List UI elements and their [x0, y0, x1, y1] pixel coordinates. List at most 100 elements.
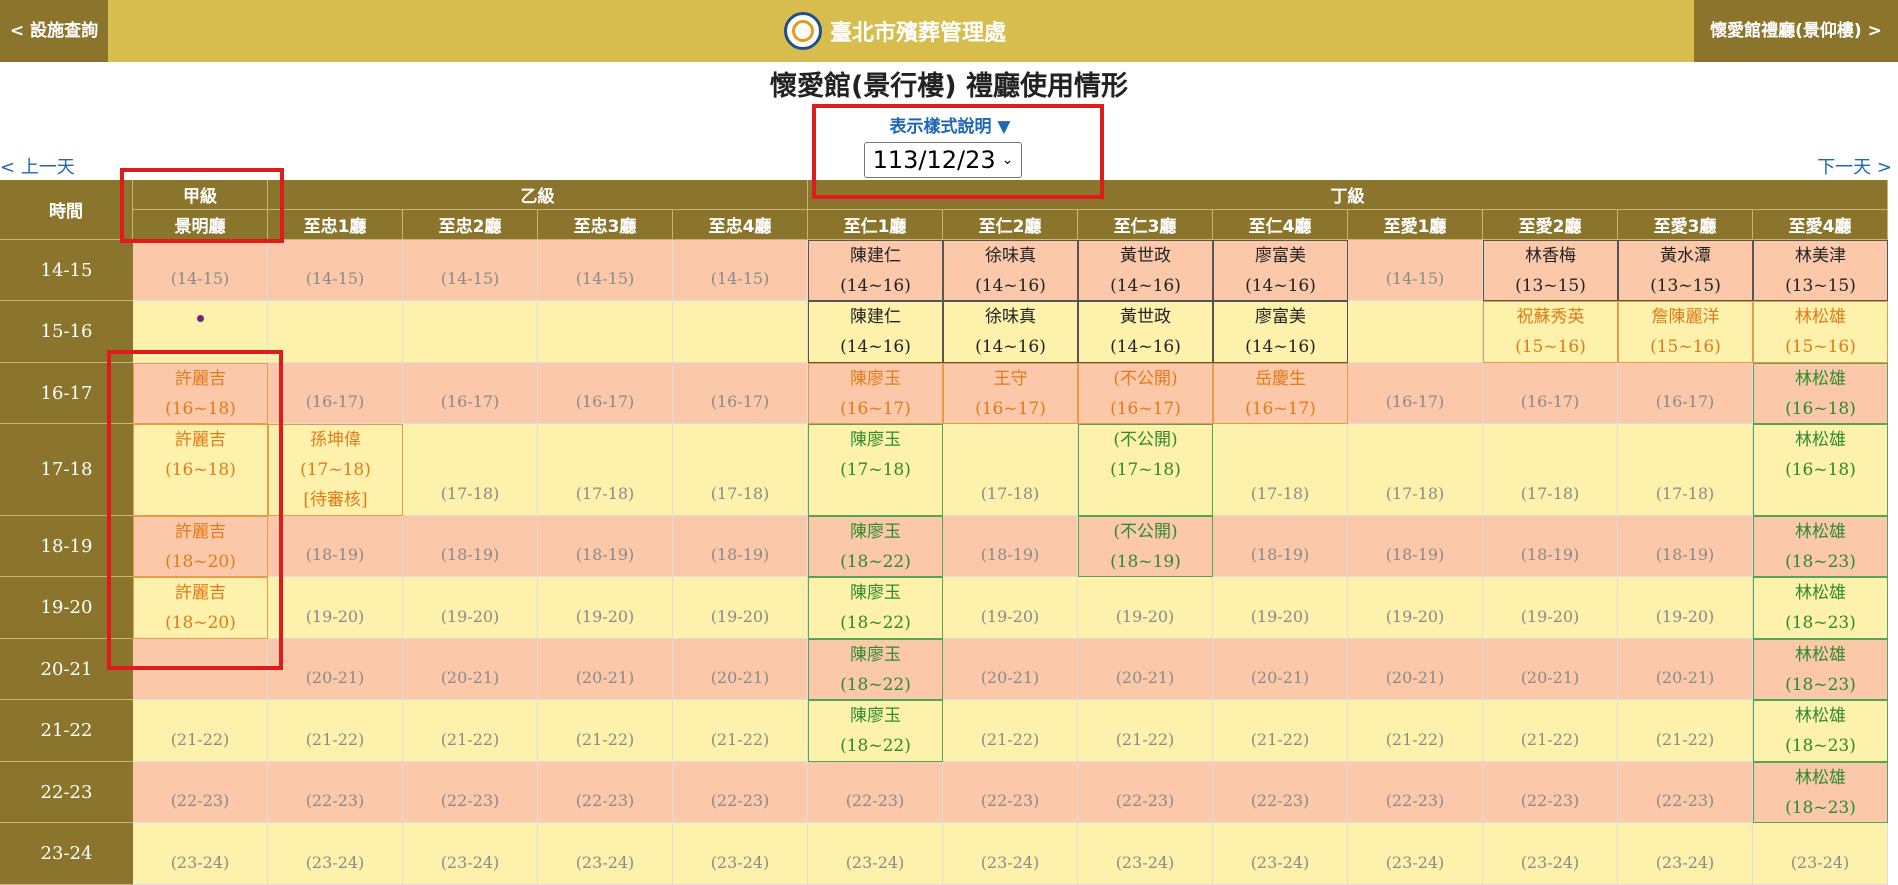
available-cell[interactable]: (22-23)	[1078, 762, 1213, 823]
available-cell[interactable]: (23-24)	[673, 823, 808, 885]
available-cell[interactable]: (20-21)	[943, 639, 1078, 700]
available-cell[interactable]: (20-21)	[268, 639, 403, 700]
booking-cell[interactable]: (不公開) (17~18)	[1078, 424, 1213, 516]
available-cell[interactable]: (21-22)	[1078, 700, 1213, 762]
available-cell[interactable]: (21-22)	[403, 700, 538, 762]
available-cell[interactable]: (23-24)	[1753, 823, 1888, 885]
available-cell[interactable]: (23-24)	[403, 823, 538, 885]
available-cell[interactable]: (18-19)	[1618, 516, 1753, 577]
available-cell[interactable]: (19-20)	[538, 577, 673, 639]
available-cell[interactable]: (14-15)	[1348, 240, 1483, 301]
available-cell[interactable]: (21-22)	[1213, 700, 1348, 762]
empty-cell[interactable]	[1348, 301, 1483, 363]
booking-cell[interactable]: (不公開) (18~19)	[1078, 516, 1213, 577]
booking-cell[interactable]: 林松雄 (16~18)	[1753, 424, 1888, 516]
booking-cell[interactable]: 王守 (16~17)	[943, 363, 1078, 424]
available-cell[interactable]: (18-19)	[268, 516, 403, 577]
available-cell[interactable]: (23-24)	[538, 823, 673, 885]
available-cell[interactable]: (18-19)	[1348, 516, 1483, 577]
prev-day-link[interactable]: < 上一天	[0, 153, 75, 179]
available-cell[interactable]: (21-22)	[133, 700, 268, 762]
available-cell[interactable]: (21-22)	[1483, 700, 1618, 762]
available-cell[interactable]: (23-24)	[808, 823, 943, 885]
available-cell[interactable]: (21-22)	[268, 700, 403, 762]
available-cell[interactable]: (14-15)	[538, 240, 673, 301]
available-cell[interactable]: (22-23)	[1483, 762, 1618, 823]
booking-cell[interactable]: 岳慶生 (16~17)	[1213, 363, 1348, 424]
booking-cell[interactable]: 廖富美 (14~16)	[1213, 240, 1348, 301]
available-cell[interactable]: (18-19)	[943, 516, 1078, 577]
available-cell[interactable]: (20-21)	[1348, 639, 1483, 700]
available-cell[interactable]: (16-17)	[538, 363, 673, 424]
available-cell[interactable]: (22-23)	[538, 762, 673, 823]
next-day-link[interactable]: 下一天 >	[1817, 153, 1892, 179]
available-cell[interactable]: (19-20)	[268, 577, 403, 639]
legend-toggle-link[interactable]: 表示樣式說明 ▼	[800, 112, 1100, 137]
available-cell[interactable]: (22-23)	[1213, 762, 1348, 823]
booking-cell[interactable]: 林松雄 (15~16)	[1753, 301, 1888, 363]
booking-cell[interactable]: 林松雄 (18~23)	[1753, 577, 1888, 639]
available-cell[interactable]: (20-21)	[403, 639, 538, 700]
booking-cell[interactable]: 黃世政 (14~16)	[1078, 301, 1213, 363]
available-cell[interactable]: (22-23)	[943, 762, 1078, 823]
available-cell[interactable]: (17-18)	[943, 424, 1078, 516]
booking-cell[interactable]: 陳廖玉 (18~22)	[808, 700, 943, 762]
available-cell[interactable]: (19-20)	[1618, 577, 1753, 639]
available-cell[interactable]: (17-18)	[403, 424, 538, 516]
available-cell[interactable]: (16-17)	[1348, 363, 1483, 424]
available-cell[interactable]: (18-19)	[403, 516, 538, 577]
available-cell[interactable]: (23-24)	[1618, 823, 1753, 885]
booking-cell[interactable]: 陳建仁 (14~16)	[808, 240, 943, 301]
available-cell[interactable]: (19-20)	[403, 577, 538, 639]
empty-cell[interactable]	[133, 301, 268, 363]
facility-search-back-button[interactable]: < 設施查詢	[0, 0, 108, 62]
booking-cell[interactable]: 孫坤偉 (17~18) [待審核]	[268, 424, 403, 516]
available-cell[interactable]: (19-20)	[1483, 577, 1618, 639]
available-cell[interactable]: (19-20)	[673, 577, 808, 639]
available-cell[interactable]: (16-17)	[1618, 363, 1753, 424]
available-cell[interactable]: (22-23)	[403, 762, 538, 823]
available-cell[interactable]: (16-17)	[403, 363, 538, 424]
available-cell[interactable]: (17-18)	[673, 424, 808, 516]
available-cell[interactable]: (14-15)	[403, 240, 538, 301]
available-cell[interactable]: (20-21)	[1078, 639, 1213, 700]
available-cell[interactable]: (14-15)	[133, 240, 268, 301]
available-cell[interactable]: (16-17)	[673, 363, 808, 424]
booking-cell[interactable]: 黃世政 (14~16)	[1078, 240, 1213, 301]
booking-cell[interactable]: 陳建仁 (14~16)	[808, 301, 943, 363]
available-cell[interactable]: (21-22)	[943, 700, 1078, 762]
available-cell[interactable]: (21-22)	[538, 700, 673, 762]
booking-cell[interactable]: 許麗吉 (18~20)	[133, 577, 268, 639]
available-cell[interactable]: (20-21)	[1483, 639, 1618, 700]
available-cell[interactable]: (23-24)	[1348, 823, 1483, 885]
available-cell[interactable]: (17-18)	[1618, 424, 1753, 516]
available-cell[interactable]: (19-20)	[943, 577, 1078, 639]
available-cell[interactable]: (22-23)	[133, 762, 268, 823]
available-cell[interactable]: (17-18)	[1348, 424, 1483, 516]
available-cell[interactable]: (18-19)	[1483, 516, 1618, 577]
available-cell[interactable]: (22-23)	[1618, 762, 1753, 823]
booking-cell[interactable]: 陳廖玉 (16~17)	[808, 363, 943, 424]
booking-cell[interactable]: 陳廖玉 (18~22)	[808, 516, 943, 577]
empty-cell[interactable]	[133, 639, 268, 700]
empty-cell[interactable]	[538, 301, 673, 363]
available-cell[interactable]: (22-23)	[1348, 762, 1483, 823]
booking-cell[interactable]: 黃水潭 (13~15)	[1618, 240, 1753, 301]
booking-cell[interactable]: 林美津 (13~15)	[1753, 240, 1888, 301]
booking-cell[interactable]: 陳廖玉 (18~22)	[808, 577, 943, 639]
available-cell[interactable]: (16-17)	[268, 363, 403, 424]
other-hall-button[interactable]: 懷愛館禮廳(景仰樓) >	[1694, 0, 1898, 62]
available-cell[interactable]: (20-21)	[673, 639, 808, 700]
booking-cell[interactable]: 詹陳麗洋 (15~16)	[1618, 301, 1753, 363]
available-cell[interactable]: (20-21)	[1618, 639, 1753, 700]
available-cell[interactable]: (21-22)	[1618, 700, 1753, 762]
available-cell[interactable]: (19-20)	[1348, 577, 1483, 639]
available-cell[interactable]: (20-21)	[1213, 639, 1348, 700]
available-cell[interactable]: (23-24)	[1213, 823, 1348, 885]
empty-cell[interactable]	[673, 301, 808, 363]
available-cell[interactable]: (17-18)	[1213, 424, 1348, 516]
available-cell[interactable]: (23-24)	[943, 823, 1078, 885]
booking-cell[interactable]: 許麗吉 (18~20)	[133, 516, 268, 577]
available-cell[interactable]: (17-18)	[538, 424, 673, 516]
available-cell[interactable]: (21-22)	[1348, 700, 1483, 762]
